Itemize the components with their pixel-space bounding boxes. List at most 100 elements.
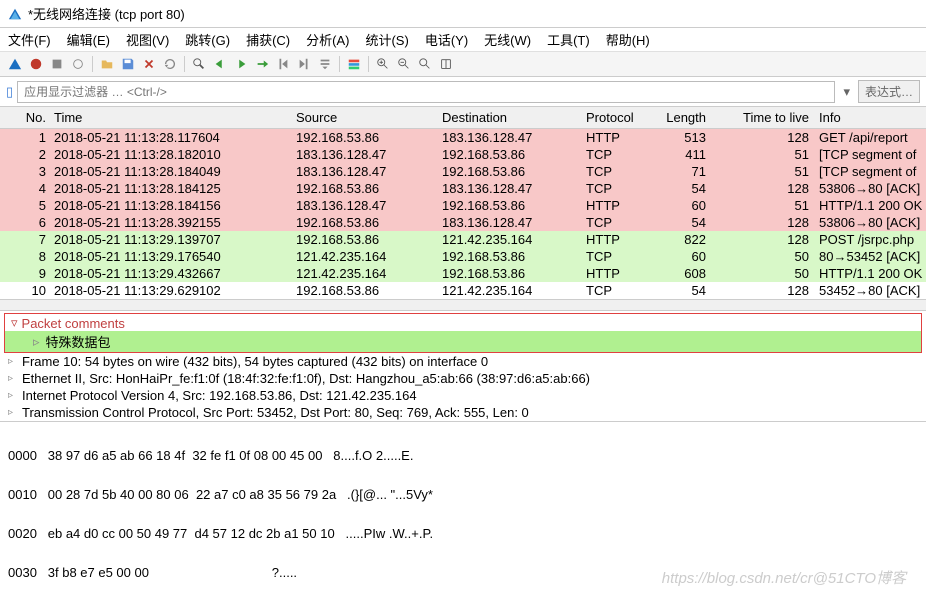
window-title: *无线网络连接 (tcp port 80) (28, 4, 185, 23)
cell-source: 183.136.128.47 (292, 146, 438, 163)
packet-row[interactable]: 22018-05-21 11:13:28.182010183.136.128.4… (0, 146, 926, 163)
menu-go[interactable]: 跳转(G) (185, 30, 230, 49)
display-filter-input[interactable] (17, 81, 835, 103)
cell-protocol: HTTP (582, 265, 652, 282)
packet-row[interactable]: 82018-05-21 11:13:29.176540121.42.235.16… (0, 248, 926, 265)
menu-view[interactable]: 视图(V) (126, 30, 169, 49)
ethernet-line[interactable]: Ethernet II, Src: HonHaiPr_fe:f1:0f (18:… (22, 371, 590, 386)
cell-info: [TCP segment of (813, 163, 926, 180)
menu-capture[interactable]: 捕获(C) (246, 30, 290, 49)
packet-row[interactable]: 72018-05-21 11:13:29.139707192.168.53.86… (0, 231, 926, 248)
restart-capture-icon[interactable] (48, 55, 66, 73)
cell-source: 192.168.53.86 (292, 282, 438, 299)
go-forward-icon[interactable] (232, 55, 250, 73)
packet-row[interactable]: 52018-05-21 11:13:28.184156183.136.128.4… (0, 197, 926, 214)
expand-icon[interactable]: ▹ (8, 373, 18, 384)
cell-source: 192.168.53.86 (292, 180, 438, 197)
col-header-ttl[interactable]: Time to live (710, 109, 813, 126)
auto-scroll-icon[interactable] (316, 55, 334, 73)
zoom-out-icon[interactable] (395, 55, 413, 73)
cell-destination: 192.168.53.86 (438, 265, 582, 282)
menu-edit[interactable]: 编辑(E) (67, 30, 110, 49)
title-bar: *无线网络连接 (tcp port 80) (0, 0, 926, 28)
start-capture-icon[interactable] (6, 55, 24, 73)
menu-wireless[interactable]: 无线(W) (484, 30, 531, 49)
cell-length: 54 (652, 214, 710, 231)
hex-line: 0000 38 97 d6 a5 ab 66 18 4f 32 fe f1 0f… (8, 446, 918, 466)
col-header-time[interactable]: Time (50, 109, 292, 126)
ip-line[interactable]: Internet Protocol Version 4, Src: 192.16… (22, 388, 417, 403)
expand-icon[interactable]: ▹ (8, 356, 18, 367)
close-file-icon[interactable] (140, 55, 158, 73)
hex-line: 0020 eb a4 d0 cc 00 50 49 77 d4 57 12 dc… (8, 524, 918, 544)
toolbar-separator (92, 56, 93, 72)
cell-length: 513 (652, 129, 710, 146)
cell-no: 4 (0, 180, 50, 197)
resize-columns-icon[interactable] (437, 55, 455, 73)
menu-file[interactable]: 文件(F) (8, 30, 51, 49)
col-header-destination[interactable]: Destination (438, 109, 582, 126)
menu-analyze[interactable]: 分析(A) (306, 30, 349, 49)
colorize-icon[interactable] (345, 55, 363, 73)
go-first-icon[interactable] (274, 55, 292, 73)
menu-telephony[interactable]: 电话(Y) (425, 30, 468, 49)
cell-info: GET /api/report (813, 129, 926, 146)
zoom-reset-icon[interactable] (416, 55, 434, 73)
packet-row[interactable]: 42018-05-21 11:13:28.184125192.168.53.86… (0, 180, 926, 197)
cell-destination: 121.42.235.164 (438, 231, 582, 248)
reload-icon[interactable] (161, 55, 179, 73)
expand-icon[interactable]: ▹ (33, 334, 40, 350)
cell-time: 2018-05-21 11:13:29.629102 (50, 282, 292, 299)
frame-line[interactable]: Frame 10: 54 bytes on wire (432 bits), 5… (22, 354, 488, 369)
filter-dropdown-icon[interactable]: ▾ (839, 84, 854, 100)
go-last-icon[interactable] (295, 55, 313, 73)
packet-row[interactable]: 32018-05-21 11:13:28.184049183.136.128.4… (0, 163, 926, 180)
cell-ttl: 51 (710, 197, 813, 214)
menu-tools[interactable]: 工具(T) (547, 30, 590, 49)
cell-source: 121.42.235.164 (292, 265, 438, 282)
cell-length: 608 (652, 265, 710, 282)
cell-ttl: 128 (710, 129, 813, 146)
go-back-icon[interactable] (211, 55, 229, 73)
find-icon[interactable] (190, 55, 208, 73)
col-header-length[interactable]: Length (652, 109, 710, 126)
expression-button[interactable]: 表达式… (858, 80, 920, 103)
pane-separator[interactable] (0, 299, 926, 311)
cell-ttl: 128 (710, 214, 813, 231)
capture-options-icon[interactable] (69, 55, 87, 73)
col-header-protocol[interactable]: Protocol (582, 109, 652, 126)
cell-time: 2018-05-21 11:13:28.184156 (50, 197, 292, 214)
packet-list[interactable]: 12018-05-21 11:13:28.117604192.168.53.86… (0, 129, 926, 299)
go-to-packet-icon[interactable] (253, 55, 271, 73)
packet-details-pane[interactable]: ▿Packet comments ▹特殊数据包 ▹Frame 10: 54 by… (0, 313, 926, 421)
toolbar-separator (184, 56, 185, 72)
packet-row[interactable]: 62018-05-21 11:13:28.392155192.168.53.86… (0, 214, 926, 231)
expand-icon[interactable]: ▹ (8, 407, 18, 418)
cell-destination: 183.136.128.47 (438, 180, 582, 197)
zoom-in-icon[interactable] (374, 55, 392, 73)
filter-bar: ▯ ▾ 表达式… (0, 77, 926, 107)
col-header-no[interactable]: No. (0, 109, 50, 126)
bookmark-icon[interactable]: ▯ (6, 84, 13, 100)
menu-help[interactable]: 帮助(H) (606, 30, 650, 49)
save-file-icon[interactable] (119, 55, 137, 73)
packet-row[interactable]: 12018-05-21 11:13:28.117604192.168.53.86… (0, 129, 926, 146)
menu-statistics[interactable]: 统计(S) (365, 30, 408, 49)
cell-ttl: 128 (710, 180, 813, 197)
open-file-icon[interactable] (98, 55, 116, 73)
cell-info: 53806→80 [ACK] (813, 214, 926, 231)
cell-time: 2018-05-21 11:13:29.432667 (50, 265, 292, 282)
cell-protocol: TCP (582, 248, 652, 265)
packet-row[interactable]: 102018-05-21 11:13:29.629102192.168.53.8… (0, 282, 926, 299)
tcp-line[interactable]: Transmission Control Protocol, Src Port:… (22, 405, 529, 420)
col-header-source[interactable]: Source (292, 109, 438, 126)
cell-source: 183.136.128.47 (292, 163, 438, 180)
col-header-info[interactable]: Info (813, 109, 926, 126)
cell-destination: 183.136.128.47 (438, 214, 582, 231)
stop-capture-icon[interactable] (27, 55, 45, 73)
cell-time: 2018-05-21 11:13:28.117604 (50, 129, 292, 146)
toolbar-separator (368, 56, 369, 72)
packet-row[interactable]: 92018-05-21 11:13:29.432667121.42.235.16… (0, 265, 926, 282)
expand-icon[interactable]: ▹ (8, 390, 18, 401)
expand-icon[interactable]: ▿ (11, 315, 18, 331)
